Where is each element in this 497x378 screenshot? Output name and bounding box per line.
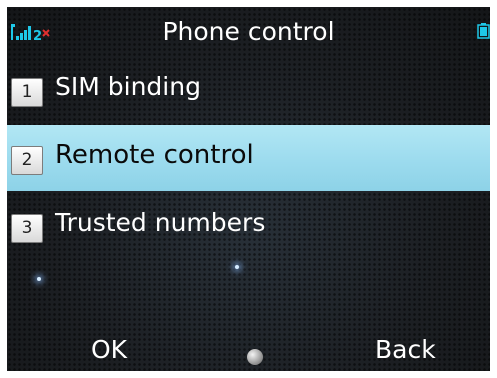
- background-sparkle: [37, 277, 41, 281]
- status-bar: 2 Phone control: [7, 7, 490, 55]
- battery-icon: [477, 23, 490, 39]
- menu-item-trusted-numbers[interactable]: 3 Trusted numbers: [7, 193, 490, 259]
- number-key-badge: 3: [11, 214, 43, 243]
- phone-screen: 2 Phone control 1 SIM binding 2 Remote c…: [7, 7, 490, 371]
- menu-item-label: Trusted numbers: [55, 208, 266, 237]
- ok-softkey[interactable]: OK: [91, 335, 127, 365]
- menu-item-label: Remote control: [55, 140, 254, 170]
- background-sparkle: [235, 265, 239, 269]
- number-key-badge: 1: [11, 78, 43, 107]
- menu-item-sim-binding[interactable]: 1 SIM binding: [7, 57, 490, 123]
- select-dot-icon[interactable]: [247, 349, 263, 365]
- back-softkey[interactable]: Back: [375, 335, 436, 365]
- screen-title: Phone control: [162, 17, 335, 46]
- menu-item-remote-control[interactable]: 2 Remote control: [7, 125, 490, 191]
- number-key-badge: 2: [11, 146, 43, 175]
- menu-item-label: SIM binding: [55, 72, 201, 101]
